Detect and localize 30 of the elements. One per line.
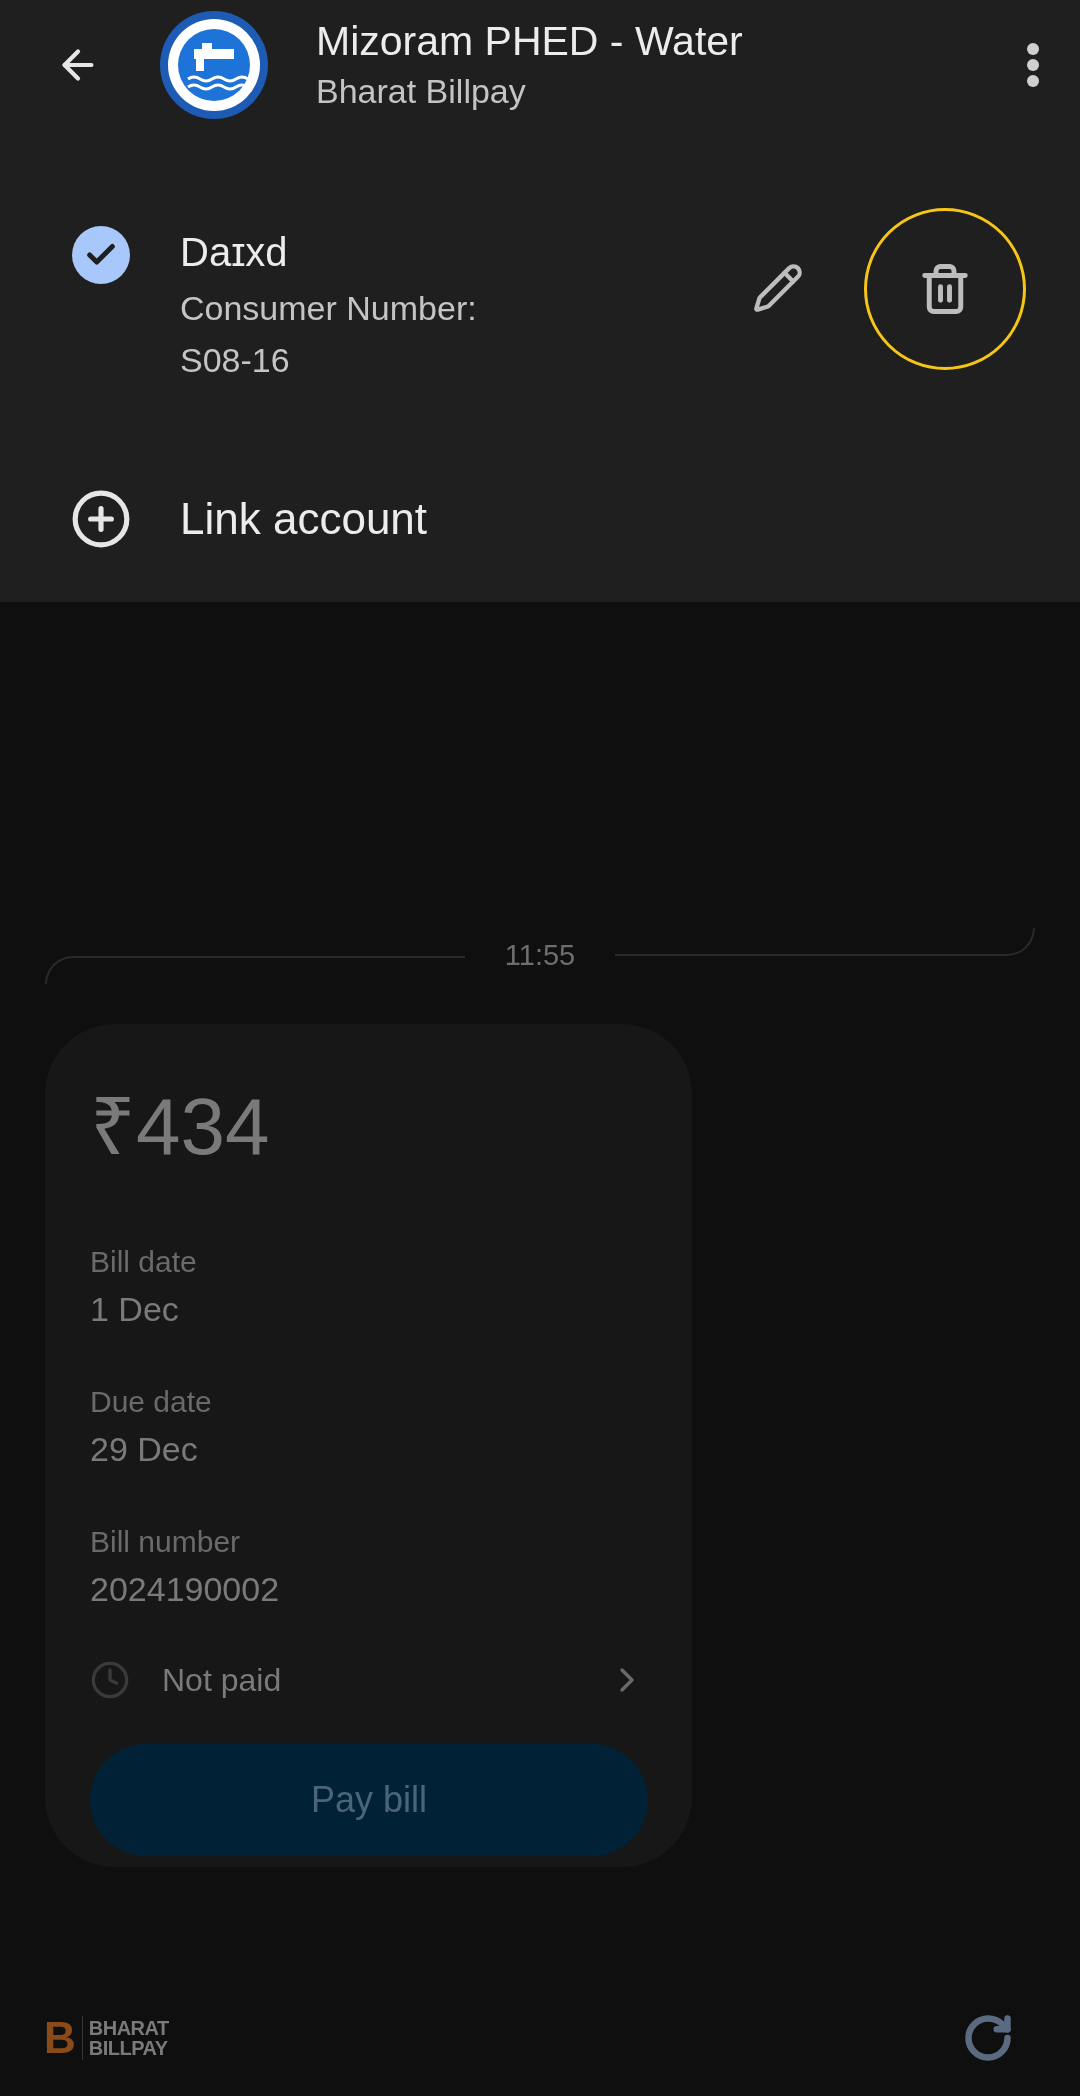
biller-title: Mizoram PHED - Water (316, 17, 744, 66)
consumer-number: S08-16 (180, 340, 291, 381)
clock-icon (90, 1660, 130, 1700)
biller-subtitle: Bharat Billpay (316, 71, 527, 112)
pay-bill-button[interactable]: Pay bill (90, 1744, 648, 1856)
field-label: Bill date (90, 1244, 198, 1280)
account-name: Daɪxd (180, 229, 289, 276)
more-menu-button[interactable] (1026, 42, 1040, 88)
refresh-icon (962, 2012, 1014, 2064)
field-value: 29 Dec (90, 1429, 199, 1470)
pencil-icon (752, 262, 804, 314)
logo-text: BILLPAY (88, 2038, 169, 2058)
payment-status: Not paid (162, 1661, 283, 1700)
refresh-button[interactable] (962, 2012, 1014, 2064)
delete-button[interactable] (864, 208, 1026, 370)
more-vertical-icon (1026, 42, 1040, 88)
water-tap-logo-icon (158, 9, 270, 121)
field-label: Bill number (90, 1524, 242, 1560)
selected-check-icon[interactable] (72, 226, 130, 284)
timestamp: 11:55 (503, 938, 577, 974)
logo-text: BHARAT (88, 2018, 169, 2038)
field-label: Due date (90, 1384, 213, 1420)
add-icon (70, 488, 132, 550)
field-value: 1 Dec (90, 1289, 180, 1330)
payment-status-row[interactable]: Not paid (90, 1656, 647, 1704)
field-value: 2024190002 (90, 1569, 281, 1610)
link-account-button[interactable]: Link account (180, 486, 428, 552)
logo-mark: B (44, 2016, 76, 2060)
bill-amount: ₹434 (90, 1082, 271, 1172)
consumer-number-label: Consumer Number: (180, 288, 478, 329)
